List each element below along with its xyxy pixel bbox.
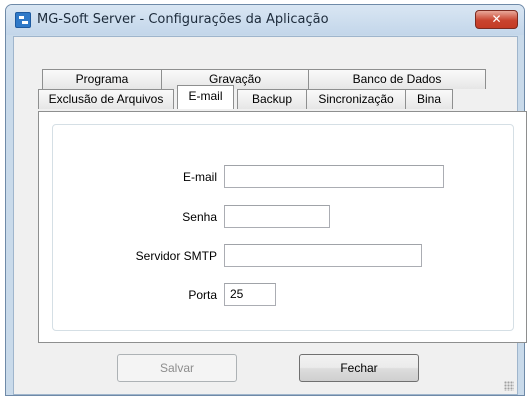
- tab-banco-de-dados[interactable]: Banco de Dados: [308, 69, 486, 89]
- settings-window: MG-Soft Server - Configurações da Aplica…: [5, 4, 527, 396]
- tab-exclusao-de-arquivos[interactable]: Exclusão de Arquivos: [38, 89, 174, 109]
- port-label: Porta: [188, 288, 217, 302]
- email-label: E-mail: [182, 170, 217, 184]
- port-field[interactable]: 25: [224, 283, 276, 306]
- smtp-server-field[interactable]: [224, 244, 422, 267]
- close-button[interactable]: Fechar: [299, 354, 419, 382]
- dialog-client-area: Programa Gravação Banco de Dados Exclusã…: [13, 36, 527, 395]
- tab-bina[interactable]: Bina: [405, 89, 453, 109]
- email-field[interactable]: [224, 165, 444, 188]
- save-button[interactable]: Salvar: [117, 354, 237, 382]
- tab-programa[interactable]: Programa: [42, 69, 162, 89]
- title-bar[interactable]: MG-Soft Server - Configurações da Aplica…: [6, 5, 524, 35]
- close-window-button[interactable]: ✕: [475, 10, 518, 29]
- window-title: MG-Soft Server - Configurações da Aplica…: [37, 12, 329, 27]
- resize-grip[interactable]: [504, 381, 514, 391]
- app-icon: [15, 12, 31, 28]
- smtp-server-label: Servidor SMTP: [135, 249, 217, 263]
- password-label: Senha: [182, 210, 217, 224]
- password-field[interactable]: [224, 205, 330, 228]
- tab-sincronizacao[interactable]: Sincronização: [306, 89, 406, 109]
- tab-email[interactable]: E-mail: [177, 85, 234, 109]
- email-tab-panel: E-mail Senha Servidor SMTP Porta 25: [38, 111, 527, 343]
- tab-backup[interactable]: Backup: [237, 89, 307, 109]
